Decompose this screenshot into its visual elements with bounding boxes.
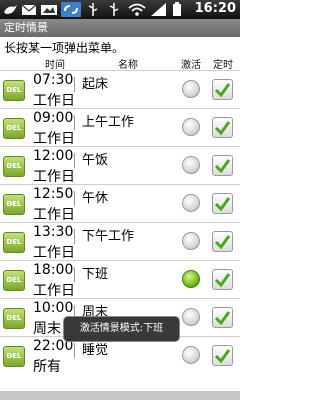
check-icon (214, 83, 231, 98)
bird-icon (4, 5, 17, 14)
bottom-bar (0, 391, 240, 400)
delete-button[interactable]: DEL (3, 232, 25, 253)
check-icon (214, 159, 231, 174)
column-header: 时间 名称 激活 定时 (0, 56, 240, 71)
delete-button[interactable]: DEL (3, 308, 25, 329)
delete-button[interactable]: DEL (3, 194, 25, 215)
check-icon (214, 197, 231, 212)
scheduled-checkbox[interactable] (212, 79, 233, 100)
item-name: 上午工作 (82, 115, 135, 130)
list-item[interactable]: DEL 09:00 上午工作 工作日 (0, 108, 240, 147)
activate-radio[interactable] (182, 232, 200, 250)
item-time: 13:30 (33, 224, 74, 240)
item-days: 工作日 (33, 169, 75, 185)
column-time: 时间 (45, 60, 65, 71)
item-time: 12:00 (33, 148, 74, 164)
clock: 16:20 (194, 1, 236, 16)
scheduled-checkbox[interactable] (212, 193, 233, 214)
activate-radio[interactable] (182, 308, 200, 326)
item-name: 午休 (82, 191, 109, 206)
battery-icon (173, 2, 181, 16)
scheduled-checkbox[interactable] (212, 155, 233, 176)
divider (74, 343, 75, 358)
item-name: 午饭 (82, 153, 109, 168)
activate-radio[interactable] (182, 118, 200, 136)
email-icon (21, 4, 37, 15)
list-item[interactable]: DEL 13:30 下午工作 工作日 (0, 222, 240, 261)
list-item[interactable]: DEL 12:00 午饭 工作日 (0, 146, 240, 185)
activate-radio[interactable] (182, 156, 200, 174)
scheduled-checkbox[interactable] (212, 117, 233, 138)
hint-text: 长按某一项弹出菜单。 (4, 41, 125, 55)
delete-button[interactable]: DEL (3, 80, 25, 101)
status-bar: 16:20 (0, 0, 240, 19)
item-time: 10:00 (33, 300, 74, 316)
link-icon (61, 2, 81, 17)
check-icon (214, 121, 231, 136)
item-days: 所有 (33, 359, 61, 375)
column-name: 名称 (118, 60, 138, 71)
activate-radio[interactable] (182, 194, 200, 212)
delete-button[interactable]: DEL (3, 118, 25, 139)
check-icon (214, 311, 231, 326)
notification-icon (41, 5, 57, 15)
item-time: 12:50 (33, 186, 74, 202)
activate-radio[interactable] (182, 80, 200, 98)
item-days: 周末 (33, 321, 61, 337)
list-item[interactable]: DEL 07:30 起床 工作日 (0, 70, 240, 109)
delete-button[interactable]: DEL (3, 270, 25, 291)
scheduled-checkbox[interactable] (212, 345, 233, 366)
list-item[interactable]: DEL 18:00 下班 工作日 (0, 260, 240, 299)
item-name: 下午工作 (82, 229, 135, 244)
check-icon (214, 273, 231, 288)
page-title: 定时情景 (4, 21, 48, 34)
usb-icon (109, 3, 119, 16)
title-bar: 定时情景 (0, 19, 240, 37)
scheduled-checkbox[interactable] (212, 231, 233, 252)
toast-message: 激活情景模式:下班 (63, 316, 180, 342)
signal-icon (151, 3, 166, 16)
usb-icon (88, 3, 98, 16)
item-days: 工作日 (33, 283, 75, 299)
scheduled-checkbox[interactable] (212, 269, 233, 290)
item-time: 07:30 (33, 72, 74, 88)
activate-radio[interactable] (182, 346, 200, 364)
item-days: 工作日 (33, 207, 75, 223)
item-days: 工作日 (33, 93, 75, 109)
wifi-icon (128, 3, 146, 16)
item-name: 下班 (82, 267, 109, 282)
item-time: 18:00 (33, 262, 74, 278)
delete-button[interactable]: DEL (3, 346, 25, 367)
item-time: 09:00 (33, 110, 74, 126)
delete-button[interactable]: DEL (3, 156, 25, 177)
item-days: 工作日 (33, 245, 75, 261)
check-icon (214, 235, 231, 250)
column-activate: 激活 (181, 60, 201, 71)
item-days: 工作日 (33, 131, 75, 147)
scheduled-checkbox[interactable] (212, 307, 233, 328)
column-scheduled: 定时 (213, 60, 233, 71)
activate-radio[interactable] (182, 270, 200, 288)
list-item[interactable]: DEL 12:50 午休 工作日 (0, 184, 240, 223)
item-name: 起床 (82, 77, 109, 92)
check-icon (214, 349, 231, 364)
